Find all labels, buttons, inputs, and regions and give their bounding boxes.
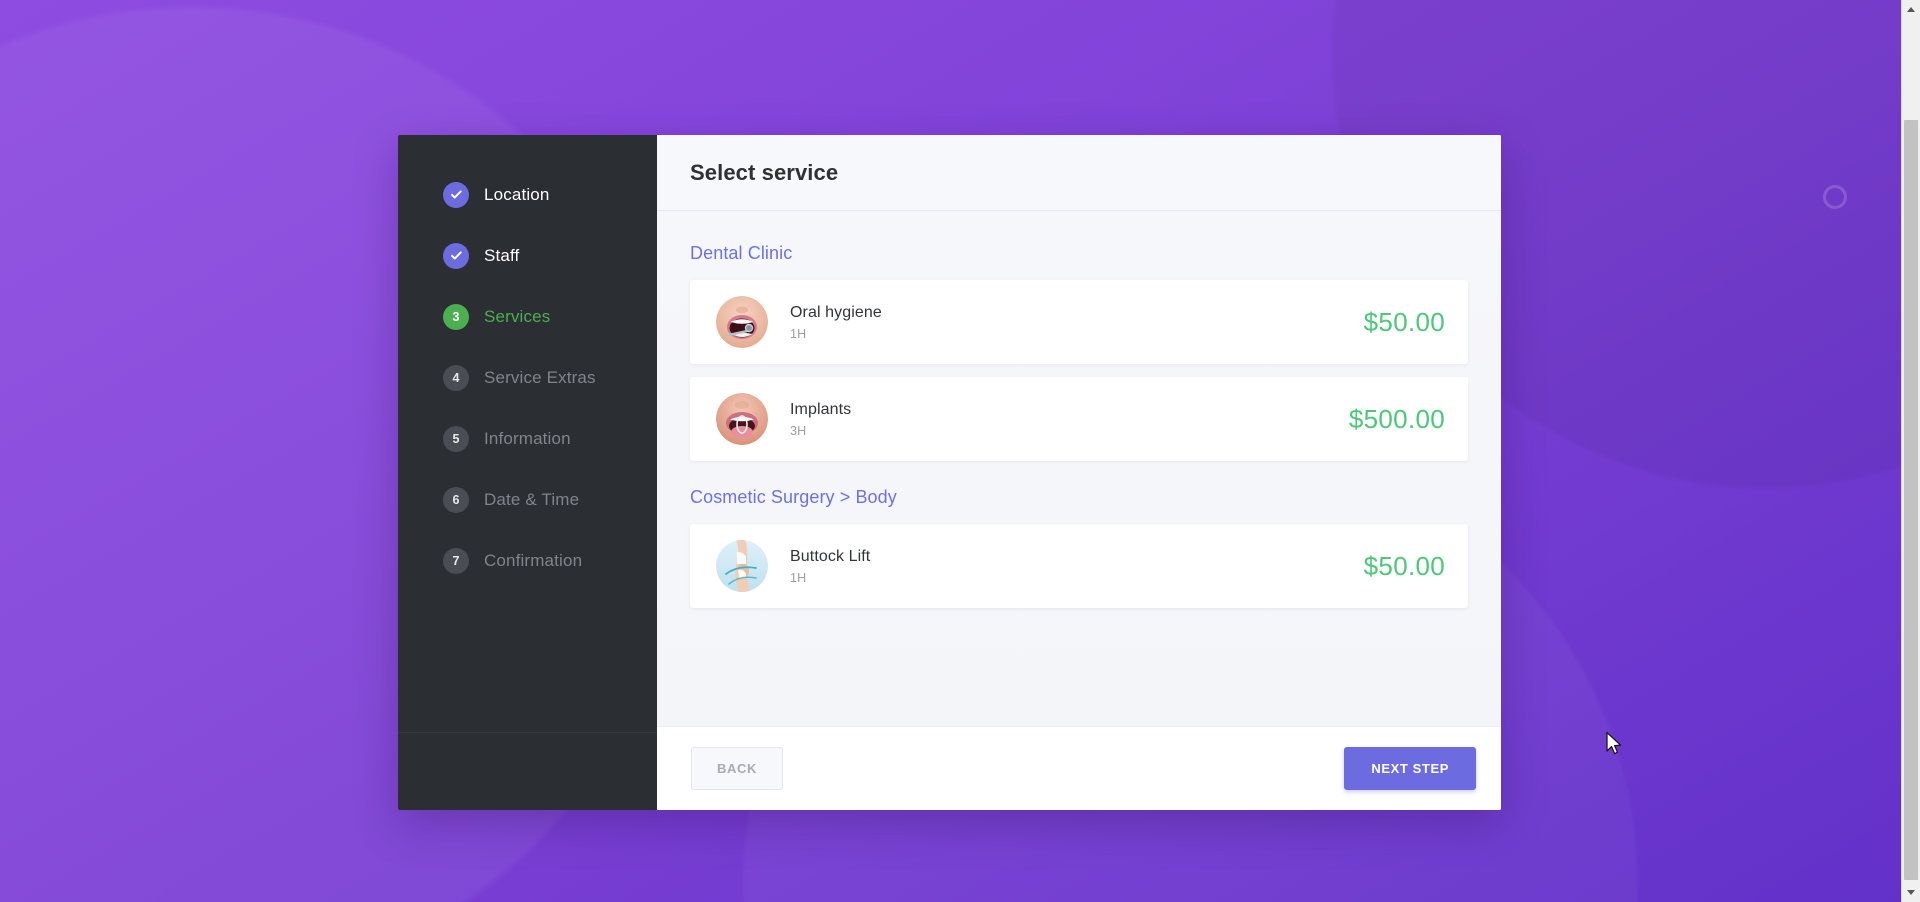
body-contour-photo-icon [716, 540, 768, 592]
sidebar-step-service-extras[interactable]: 4 Service Extras [398, 347, 657, 408]
back-button[interactable]: BACK [691, 747, 783, 790]
sidebar-step-label: Confirmation [484, 550, 583, 570]
main-header: Select service [657, 135, 1501, 211]
service-price: $50.00 [1363, 550, 1445, 581]
service-card-oral-hygiene[interactable]: Oral hygiene 1H $50.00 [690, 280, 1468, 364]
wizard-step-list: Location Staff 3 Services 4 Service Extr… [398, 135, 657, 591]
page-root: Location Staff 3 Services 4 Service Extr… [0, 0, 1920, 902]
wizard-footer: BACK NEXT STEP [657, 726, 1501, 810]
service-duration: 1H [790, 326, 807, 341]
page-title: Select service [690, 159, 839, 185]
service-price: $500.00 [1348, 403, 1445, 434]
sidebar-step-date-time[interactable]: 6 Date & Time [398, 469, 657, 530]
step-number-badge: 7 [443, 547, 469, 574]
service-category-dental-clinic: Dental Clinic Oral hygiene 1H $50.00 Imp… [690, 243, 1468, 461]
step-number-badge: 6 [443, 486, 469, 513]
next-step-button[interactable]: NEXT STEP [1344, 747, 1476, 790]
sidebar-step-label: Staff [484, 245, 520, 265]
page-scrollbar[interactable] [1901, 0, 1920, 902]
sidebar-step-location[interactable]: Location [398, 164, 657, 225]
wizard-sidebar: Location Staff 3 Services 4 Service Extr… [398, 135, 657, 810]
service-info: Implants 3H [790, 401, 1349, 438]
sidebar-step-label: Service Extras [484, 367, 596, 387]
step-check-icon [443, 181, 469, 208]
step-number-badge: 4 [443, 364, 469, 391]
mouth-implant-photo-icon [716, 393, 768, 445]
service-info: Buttock Lift 1H [790, 548, 1364, 585]
sidebar-step-label: Date & Time [484, 489, 580, 509]
service-name: Buttock Lift [790, 547, 871, 565]
service-duration: 1H [790, 570, 807, 585]
step-number-badge: 5 [443, 425, 469, 452]
sidebar-step-services[interactable]: 3 Services [398, 286, 657, 347]
booking-wizard-panel: Location Staff 3 Services 4 Service Extr… [398, 135, 1501, 810]
scroll-up-arrow-icon[interactable] [1902, 0, 1920, 19]
wizard-main: Select service Dental Clinic Oral hygien… [657, 135, 1501, 810]
sidebar-divider [398, 732, 657, 733]
sidebar-step-information[interactable]: 5 Information [398, 408, 657, 469]
service-price: $50.00 [1363, 306, 1445, 337]
scroll-down-arrow-icon[interactable] [1902, 883, 1920, 902]
service-list: Dental Clinic Oral hygiene 1H $50.00 Imp… [657, 211, 1501, 726]
service-category-cosmetic-surgery-body: Cosmetic Surgery > Body Buttock Lift 1H … [690, 487, 1468, 608]
open-mouth-dental-mirror-photo-icon [716, 296, 768, 348]
decorative-ring [1823, 185, 1847, 209]
category-title: Cosmetic Surgery > Body [690, 487, 897, 507]
service-card-buttock-lift[interactable]: Buttock Lift 1H $50.00 [690, 524, 1468, 608]
step-check-icon [443, 242, 469, 269]
scrollbar-thumb[interactable] [1904, 120, 1918, 880]
sidebar-step-label: Information [484, 428, 571, 448]
service-name: Implants [790, 400, 852, 418]
sidebar-step-label: Location [484, 184, 550, 204]
sidebar-step-confirmation[interactable]: 7 Confirmation [398, 530, 657, 591]
service-card-implants[interactable]: Implants 3H $500.00 [690, 377, 1468, 461]
step-number-badge: 3 [443, 303, 469, 330]
sidebar-step-label: Services [484, 306, 551, 326]
service-info: Oral hygiene 1H [790, 304, 1364, 341]
service-name: Oral hygiene [790, 303, 882, 321]
service-duration: 3H [790, 423, 807, 438]
mouse-pointer-icon [1606, 731, 1622, 755]
category-title: Dental Clinic [690, 243, 793, 263]
sidebar-step-staff[interactable]: Staff [398, 225, 657, 286]
